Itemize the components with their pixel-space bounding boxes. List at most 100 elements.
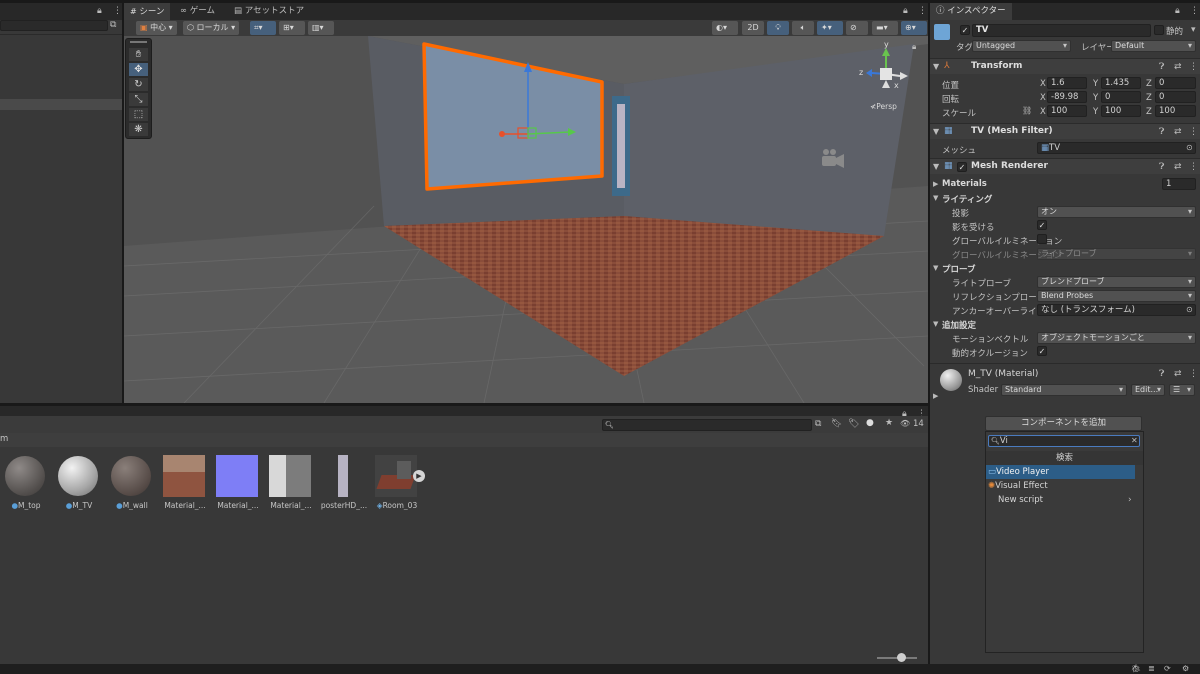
menu-item-video-player[interactable]: ▭Video Player [986, 465, 1135, 479]
sync-icon[interactable]: ⟳ [1164, 664, 1171, 674]
foldout-arrow-icon[interactable]: ▼ [933, 263, 938, 273]
kebab-icon[interactable]: ⋮ [1189, 62, 1198, 72]
expand-arrow-icon[interactable]: ▶ [413, 470, 425, 482]
snap-increment-button[interactable]: ⊞▾ [279, 21, 305, 35]
kebab-icon[interactable]: ⋮ [1190, 6, 1199, 16]
ruler-button[interactable]: ▥▾ [308, 21, 334, 35]
axis-z-label[interactable]: Z [1146, 107, 1152, 117]
hierarchy-selected-row[interactable] [0, 99, 122, 110]
static-checkbox[interactable] [1154, 25, 1164, 35]
viewport-lock-icon[interactable]: 🔒︎ [912, 42, 916, 52]
gizmos-dropdown[interactable]: ⊕▾ [901, 21, 927, 35]
additional-settings-section[interactable]: 追加設定 [942, 319, 976, 331]
stack-icon[interactable]: ≣ [1148, 664, 1155, 674]
axis-x-label[interactable]: X [1040, 107, 1046, 117]
help-icon[interactable]: ❓︎ [1159, 162, 1164, 172]
kebab-icon[interactable]: ⋮ [1189, 369, 1198, 379]
lock-icon[interactable]: 🔒︎ [1175, 6, 1180, 16]
axis-y-label[interactable]: Y [1093, 93, 1098, 103]
kebab-icon[interactable]: ⋮ [918, 6, 927, 16]
mesh-object-field[interactable]: ▦TV [1037, 142, 1196, 154]
draw-mode-dropdown[interactable]: ◐▾ [712, 21, 738, 35]
favorite-star-icon[interactable]: ★ [885, 418, 893, 428]
hidden-eye-icon[interactable]: 👁︎ [900, 419, 910, 429]
clear-search-icon[interactable]: ✕ [1131, 436, 1138, 446]
foldout-arrow-icon[interactable]: ▶ [933, 391, 938, 401]
component-search-input[interactable]: 🔍︎Vi [988, 435, 1140, 447]
asset-material-2[interactable]: Material_... [216, 455, 260, 510]
rect-tool-button[interactable]: ⬚ [129, 108, 148, 121]
scale-y-field[interactable]: 100 [1101, 105, 1141, 117]
search-by-label-icon[interactable]: 🔖︎ [831, 419, 842, 429]
material-options-button[interactable]: ☰ [1169, 384, 1195, 396]
asset-poster[interactable]: posterHD_... [321, 455, 367, 510]
tag-icon[interactable]: 🏷︎ [848, 419, 859, 429]
grid-snap-button[interactable]: ⌗▾ [250, 21, 276, 35]
audio-toggle-button[interactable]: 🔈︎ [792, 21, 814, 35]
layer-dropdown[interactable]: Default [1111, 40, 1196, 52]
zoom-slider-thumb[interactable] [897, 653, 906, 662]
reflection-probes-dropdown[interactable]: Blend Probes [1037, 290, 1196, 302]
position-y-field[interactable]: 1.435 [1101, 77, 1141, 89]
camera-dropdown[interactable]: ▬▾ [872, 21, 898, 35]
shader-dropdown[interactable]: Standard [1001, 384, 1127, 396]
materials-count-field[interactable]: 1 [1162, 178, 1196, 190]
edit-shader-button[interactable]: Edit... [1131, 384, 1165, 396]
cast-shadows-dropdown[interactable]: オン [1037, 206, 1196, 218]
lock-icon[interactable]: 🔒︎ [903, 6, 908, 16]
foldout-arrow-icon[interactable]: ▼ [933, 319, 938, 329]
materials-label[interactable]: Materials [942, 179, 987, 189]
effects-dropdown[interactable]: ✦▾ [817, 21, 843, 35]
rotate-tool-button[interactable]: ↻ [129, 78, 148, 91]
space-dropdown[interactable]: ⬡ ローカル ▾ [183, 21, 240, 35]
tag-dropdown[interactable]: Untagged [972, 40, 1071, 52]
light-probes-dropdown[interactable]: ブレンドプローブ [1037, 276, 1196, 288]
kebab-icon[interactable]: ⋮ [1189, 127, 1198, 137]
axis-x-label[interactable]: X [1040, 93, 1046, 103]
tab-game[interactable]: ∞ ゲーム [174, 3, 221, 20]
project-search-input[interactable]: 🔍︎ [602, 419, 812, 431]
lock-icon[interactable]: 🔒︎ [97, 6, 102, 16]
kebab-icon[interactable]: ⋮ [113, 6, 122, 16]
asset-material-1[interactable]: Material_... [163, 455, 207, 510]
object-picker-icon[interactable]: ⊙ [1186, 143, 1193, 153]
help-icon[interactable]: ❓︎ [1159, 127, 1164, 137]
preset-icon[interactable]: ⇄ [1174, 162, 1182, 172]
axis-y-label[interactable]: Y [1093, 79, 1098, 89]
rotation-z-field[interactable]: 0 [1155, 91, 1196, 103]
preset-icon[interactable]: ⇄ [1174, 369, 1182, 379]
active-checkbox[interactable]: ✓ [960, 25, 970, 35]
foldout-arrow-icon[interactable]: ▶ [933, 179, 938, 189]
gi-checkbox[interactable] [1037, 234, 1047, 244]
axis-x-label[interactable]: X [1040, 79, 1046, 89]
breadcrumb[interactable]: m [0, 434, 8, 444]
axis-z-label[interactable]: Z [1146, 93, 1152, 103]
hidden-objects-button[interactable]: ⊘ [846, 21, 868, 35]
asset-material-3[interactable]: Material_... [269, 455, 313, 510]
move-tool-button[interactable]: ✥ [129, 63, 148, 76]
asset-m-top[interactable]: ●M_top [4, 455, 48, 510]
axis-z-label[interactable]: Z [1146, 79, 1152, 89]
foldout-arrow-icon[interactable]: ▼ [933, 62, 939, 72]
settings-icon[interactable]: ⚙ [1182, 664, 1189, 674]
scale-x-field[interactable]: 100 [1047, 105, 1087, 117]
object-picker-icon[interactable]: ⊙ [1186, 305, 1193, 315]
dynamic-occlusion-checkbox[interactable]: ✓ [1037, 346, 1047, 356]
menu-item-visual-effect[interactable]: ✺Visual Effect [986, 479, 1135, 493]
toggle-2d-button[interactable]: 2D [742, 21, 764, 35]
tab-asset-store[interactable]: ▤ アセットストア [228, 3, 310, 20]
probes-section[interactable]: プローブ [942, 263, 976, 275]
tools-grip[interactable] [130, 41, 147, 43]
position-x-field[interactable]: 1.6 [1047, 77, 1087, 89]
receive-shadows-checkbox[interactable]: ✓ [1037, 220, 1047, 230]
tab-inspector[interactable]: ⓘ インスペクター [930, 3, 1012, 20]
hierarchy-search[interactable] [0, 20, 108, 31]
constrain-proportions-icon[interactable]: ⛓︎ [1022, 106, 1032, 116]
warning-icon[interactable]: ● [866, 418, 874, 428]
static-dropdown-icon[interactable]: ▾ [1191, 25, 1196, 35]
asset-room[interactable]: ▶ ◈Room_03 [375, 455, 425, 510]
asset-m-tv[interactable]: ●M_TV [57, 455, 101, 510]
asset-m-wall[interactable]: ●M_wall [110, 455, 154, 510]
search-by-type-icon[interactable]: ⧉ [815, 419, 821, 429]
scene-viewport[interactable]: y z x ≮Persp 🔒︎ [124, 36, 928, 403]
